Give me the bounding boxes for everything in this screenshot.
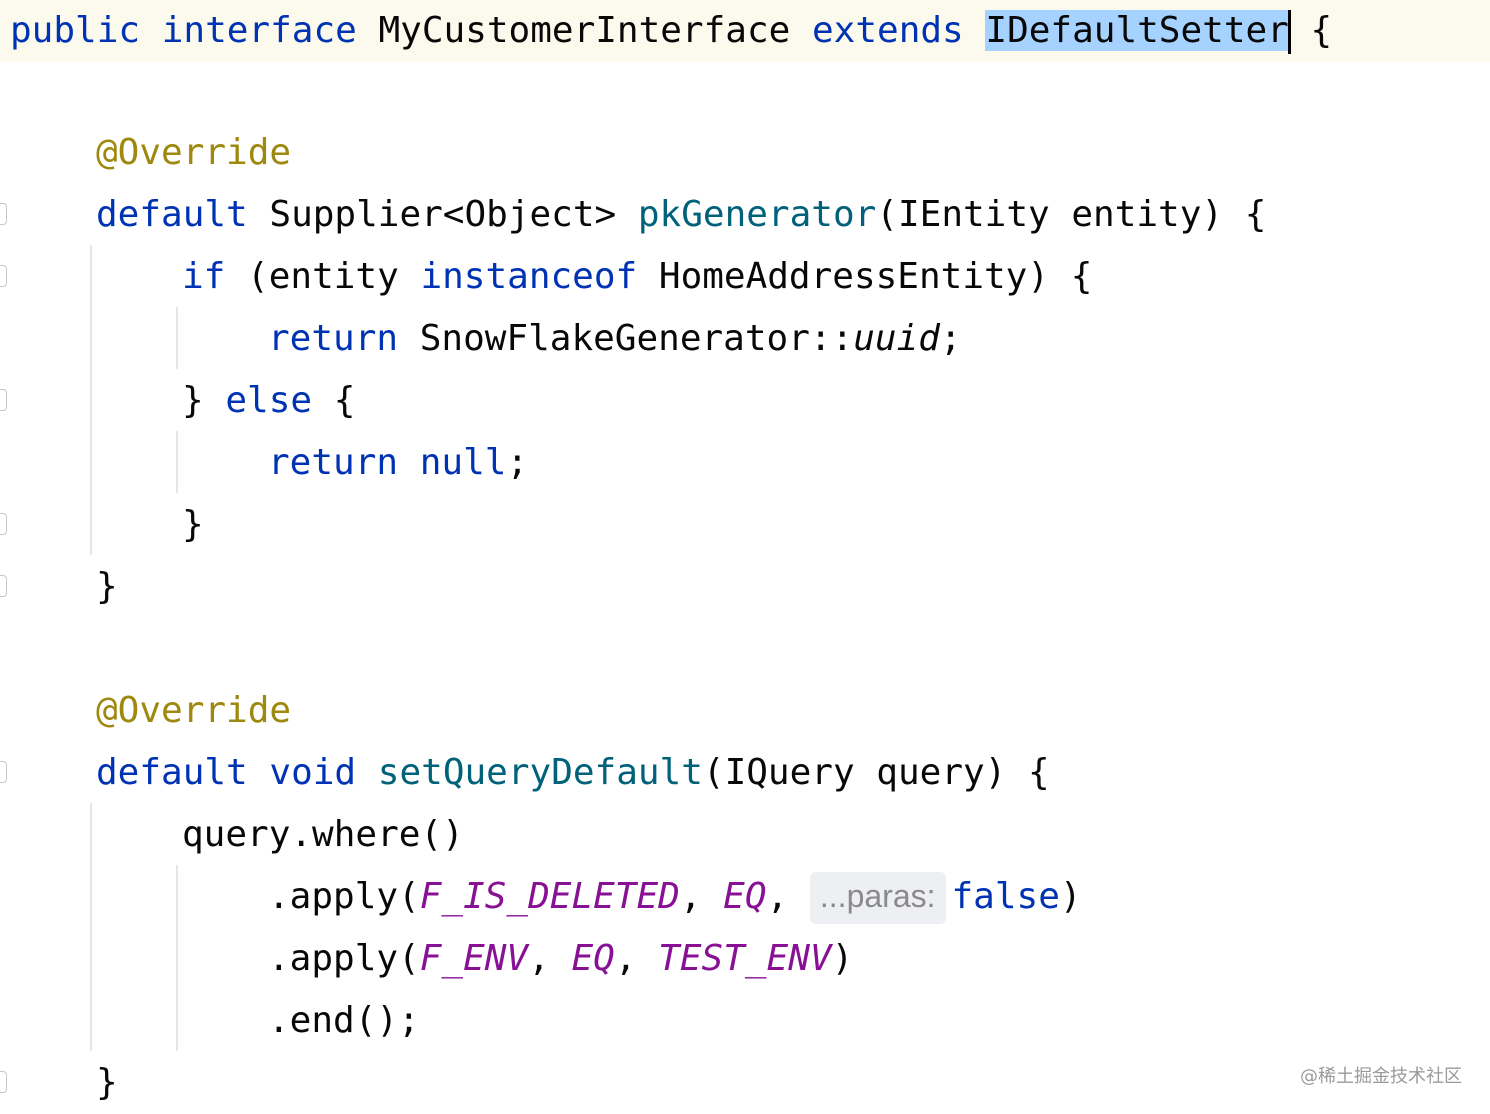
- close-paren: ): [1059, 876, 1082, 917]
- constant-eq: EQ: [723, 876, 767, 917]
- code-line-apply[interactable]: .apply(F_ENV, EQ, TEST_ENV): [268, 928, 853, 990]
- close-brace: }: [182, 504, 204, 545]
- keyword-else: else: [225, 380, 313, 421]
- keyword-interface: interface: [161, 10, 357, 51]
- comma: ,: [614, 938, 659, 979]
- code-line-annotation[interactable]: @Override: [96, 122, 291, 184]
- code-line-method-signature[interactable]: default void setQueryDefault(IQuery quer…: [96, 742, 1050, 804]
- constant-f-env: F_ENV: [419, 938, 529, 979]
- indent-guide: [176, 307, 178, 369]
- fold-marker-icon[interactable]: [0, 265, 7, 287]
- code-line-annotation[interactable]: @Override: [96, 680, 291, 742]
- keyword-default: default: [96, 194, 248, 235]
- fold-marker-icon[interactable]: [0, 389, 7, 411]
- constant-eq: EQ: [571, 938, 615, 979]
- parameter-hint: ...paras:: [809, 872, 946, 924]
- code-line-apply[interactable]: .apply(F_IS_DELETED, EQ, ...paras: false): [268, 866, 1082, 928]
- selected-parent-type[interactable]: IDefaultSetter: [985, 10, 1289, 51]
- indent-guide: [176, 865, 178, 1051]
- code-line-else[interactable]: } else {: [182, 370, 355, 432]
- close-paren: ): [831, 938, 854, 979]
- query-where-call: query.where(): [182, 814, 464, 855]
- if-condition-rest: HomeAddressEntity) {: [658, 256, 1093, 297]
- keyword-return: return: [268, 318, 399, 359]
- constant-test-env: TEST_ENV: [658, 938, 832, 979]
- code-line-method-signature[interactable]: default Supplier<Object> pkGenerator(IEn…: [96, 184, 1266, 246]
- apply-call: .apply(: [268, 938, 420, 979]
- open-brace: {: [1310, 10, 1333, 51]
- semicolon: ;: [506, 442, 529, 483]
- code-line-close-brace[interactable]: }: [96, 1052, 118, 1114]
- code-line-return[interactable]: return SnowFlakeGenerator::uuid;: [268, 308, 962, 370]
- keyword-instanceof: instanceof: [420, 256, 638, 297]
- fold-marker-icon[interactable]: [0, 575, 7, 597]
- keyword-public: public: [10, 10, 141, 51]
- override-annotation: @Override: [96, 690, 292, 731]
- code-line-end[interactable]: .end();: [268, 990, 420, 1052]
- end-call: .end();: [268, 1000, 420, 1041]
- if-condition-open: (entity: [247, 256, 399, 297]
- watermark: @稀土掘金技术社区: [1300, 1066, 1462, 1087]
- constant-f-is-deleted: F_IS_DELETED: [419, 876, 680, 917]
- close-brace: }: [96, 566, 118, 607]
- fold-marker-icon[interactable]: [0, 203, 7, 225]
- keyword-void: void: [269, 752, 357, 793]
- fold-marker-icon[interactable]: [0, 513, 7, 535]
- code-line-close-brace[interactable]: }: [96, 556, 118, 618]
- code-line-close-brace[interactable]: }: [182, 494, 204, 556]
- indent-guide: [90, 803, 92, 1051]
- close-brace: }: [182, 380, 204, 421]
- return-type: Supplier<Object>: [269, 194, 617, 235]
- comma: ,: [679, 876, 724, 917]
- indent-guide: [176, 431, 178, 493]
- code-line-return-null[interactable]: return null;: [268, 432, 528, 494]
- keyword-return: return: [268, 442, 399, 483]
- fold-marker-icon[interactable]: [0, 1071, 7, 1093]
- text-caret: [1287, 10, 1291, 54]
- method-params: (IQuery query) {: [702, 752, 1050, 793]
- semicolon: ;: [939, 318, 962, 359]
- method-name: pkGenerator: [637, 194, 877, 235]
- open-brace: {: [333, 380, 356, 421]
- keyword-null: null: [419, 442, 507, 483]
- keyword-default: default: [96, 752, 248, 793]
- code-line-if[interactable]: if (entity instanceof HomeAddressEntity)…: [182, 246, 1092, 308]
- method-reference-name: uuid: [853, 318, 940, 359]
- method-name: setQueryDefault: [377, 752, 703, 793]
- close-brace: }: [96, 1062, 118, 1103]
- fold-marker-icon[interactable]: [0, 761, 7, 783]
- method-params: (IEntity entity) {: [876, 194, 1267, 235]
- method-reference-class: SnowFlakeGenerator::: [419, 318, 854, 359]
- comma: ,: [766, 876, 810, 917]
- indent-guide: [90, 245, 92, 555]
- keyword-extends: extends: [812, 10, 964, 51]
- code-editor[interactable]: public interface MyCustomerInterface ext…: [0, 0, 1490, 1114]
- comma: ,: [528, 938, 572, 979]
- keyword-if: if: [182, 256, 226, 297]
- keyword-false: false: [951, 876, 1060, 917]
- apply-call: .apply(: [268, 876, 420, 917]
- code-line-query-where[interactable]: query.where(): [182, 804, 464, 866]
- interface-name: MyCustomerInterface: [378, 10, 791, 51]
- code-line-interface-declaration[interactable]: public interface MyCustomerInterface ext…: [0, 0, 1490, 62]
- override-annotation: @Override: [96, 132, 292, 173]
